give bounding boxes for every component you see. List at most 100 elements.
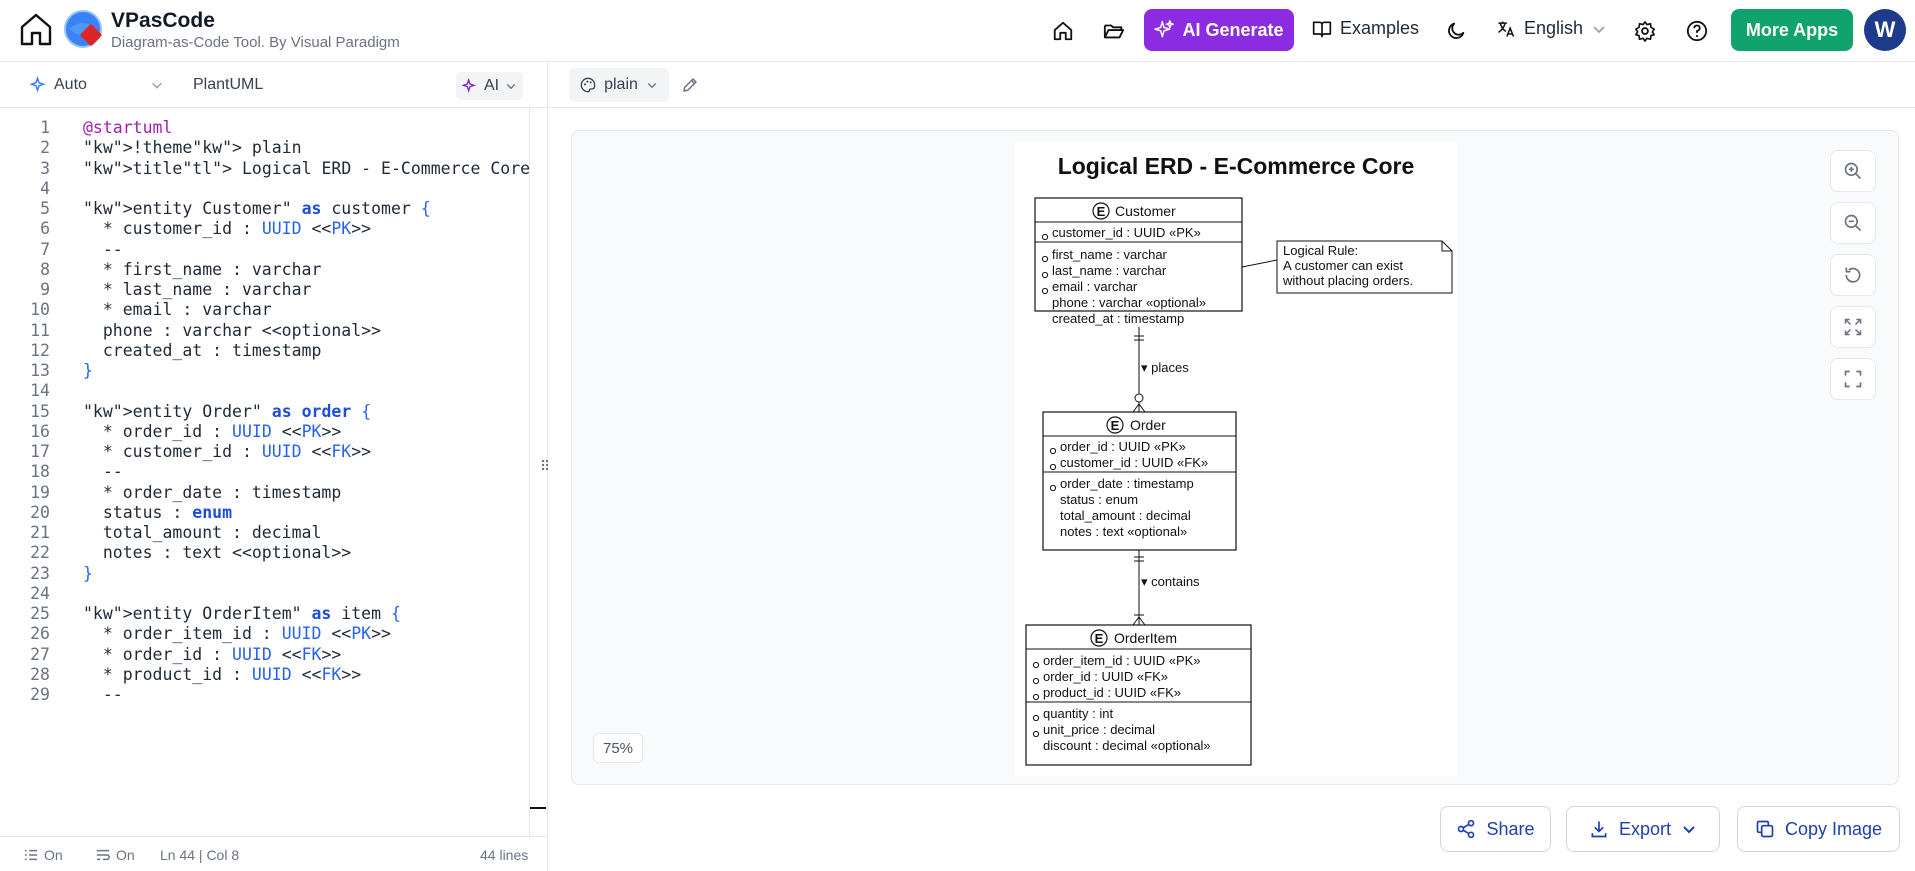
sparkles-icon [30,76,46,93]
line-number: 22 [30,543,50,563]
erd-diagram: Logical ERD - E-Commerce Core E Customer… [1025,153,1453,766]
share-label: Share [1486,818,1535,839]
note-logical-rule: Logical Rule: A customer can exist witho… [1241,240,1453,294]
code-text: * last_name : varchar [83,280,312,299]
palette-icon [580,77,596,93]
code-text: * order_item_id : UUID <<PK>> [83,624,391,644]
gear-icon[interactable] [1632,18,1658,44]
code-text: * order_id : UUID <<FK>> [83,644,342,664]
chevron-down-icon [506,84,516,90]
note-title: Logical Rule: [1283,243,1358,258]
code-text: } [83,361,93,380]
line-number: 12 [30,340,50,360]
mode-select[interactable]: Auto [30,76,87,94]
copy-image-button[interactable]: Copy Image [1737,806,1900,852]
zoom-out-icon[interactable] [1830,202,1876,244]
list-icon [24,849,38,861]
zoom-in-icon[interactable] [1830,150,1876,192]
entity-customer-name: Customer [1115,203,1176,219]
line-number: 29 [30,685,50,704]
folder-open-icon[interactable] [1101,18,1127,44]
line-number: 5 [40,199,50,218]
share-icon [1458,819,1475,839]
code-text: "kw">entity Customer" as customer { [83,199,431,218]
scrollbar-thumb[interactable] [530,807,546,809]
examples-label: Examples [1340,18,1420,38]
relationship-places: ▾ places [1132,327,1189,413]
entity-field: discount : decimal «optional» [1043,738,1211,753]
code-text: status : enum [83,502,233,522]
code-text: created_at : timestamp [83,340,322,360]
share-button[interactable]: Share [1440,806,1551,852]
entity-field: order_date : timestamp [1060,476,1194,491]
code-text: } [83,563,93,583]
editor-scroll-edge [529,108,530,836]
chevron-down-icon[interactable] [150,78,164,97]
line-number: 7 [40,239,50,259]
line-number: 28 [30,664,50,684]
user-avatar[interactable]: W [1864,9,1906,51]
line-number: 26 [30,624,50,644]
line-number: 4 [40,178,50,198]
ai-assist-dropdown[interactable]: AI [456,72,524,100]
word-wrap-state: On [116,847,135,863]
entity-field: total_amount : decimal [1060,508,1191,523]
ai-generate-button[interactable]: AI Generate [1144,9,1294,51]
entity-field: email : varchar [1052,279,1138,294]
sparkles-icon [1154,20,1175,38]
code-text: * order_id : UUID <<PK>> [83,421,342,441]
examples-link[interactable]: Examples [1312,18,1419,39]
resize-handle[interactable]: ⠿ [540,458,550,475]
relationship-contains: ▾ contains [1132,550,1200,626]
entity-field: quantity : int [1043,706,1113,721]
line-number: 9 [40,280,50,299]
dark-mode-moon-icon[interactable] [1443,18,1469,44]
line-number: 18 [30,462,50,482]
code-text: * order_date : timestamp [83,482,342,502]
line-numbers-toggle[interactable]: On [24,847,63,863]
export-button[interactable]: Export [1566,806,1720,852]
ai-generate-label: AI Generate [1182,19,1284,40]
code-text: total_amount : decimal [83,523,322,542]
code-text: @startuml [83,118,173,137]
entity-field: order_item_id : UUID «PK» [1043,653,1201,668]
home-nav-icon[interactable] [1050,18,1076,44]
code-line[interactable]: 29 -- [0,685,530,710]
fit-to-screen-icon[interactable] [1830,306,1876,348]
top-header: VPasCode Diagram-as-Code Tool. By Visual… [0,0,1915,62]
code-text: -- [83,685,123,704]
export-label: Export [1618,818,1672,839]
preview-toolbar: plain [549,62,1915,108]
line-number: 11 [30,320,50,340]
fullscreen-icon[interactable] [1830,358,1876,400]
theme-selector[interactable]: plain [569,68,669,102]
code-text: * customer_id : UUID <<PK>> [83,219,372,239]
language-selector[interactable]: English [1496,18,1607,39]
entity-glyph: E [1095,631,1104,646]
app-title: VPasCode [111,9,215,32]
reset-rotate-icon[interactable] [1830,254,1876,296]
sparkles-icon [462,78,477,93]
pencil-icon[interactable] [681,76,699,99]
more-apps-button[interactable]: More Apps [1731,9,1853,51]
entity-field: last_name : varchar [1052,263,1167,278]
code-text: "kw">entity Order" as order { [83,401,372,421]
entity-field: order_id : UUID «PK» [1060,439,1186,454]
entity-field: status : enum [1060,492,1138,507]
entity-field: first_name : varchar [1052,247,1168,262]
code-text: -- [83,239,123,259]
word-wrap-toggle[interactable]: On [96,847,135,863]
line-number: 25 [30,604,50,623]
home-icon[interactable] [18,11,54,47]
help-icon[interactable] [1684,18,1710,44]
zoom-level-indicator[interactable]: 75% [593,733,643,763]
line-number: 10 [30,300,50,320]
wrap-icon [96,849,110,861]
entity-order: E Order order_id : UUID «PK» customer_id… [1042,411,1237,551]
language-label: PlantUML [193,76,264,93]
diagram-title: Logical ERD - E-Commerce Core [1058,153,1415,179]
code-editor[interactable]: 1 @startuml 2 "kw">!theme"kw"> plain 3 "kw">t… [0,108,530,836]
diagram-paper: Logical ERD - E-Commerce Core E Customer… [1015,142,1457,776]
relationship-label: ▾ places [1141,360,1189,375]
entity-customer: E Customer customer_id : UUID «PK» first… [1034,197,1243,326]
